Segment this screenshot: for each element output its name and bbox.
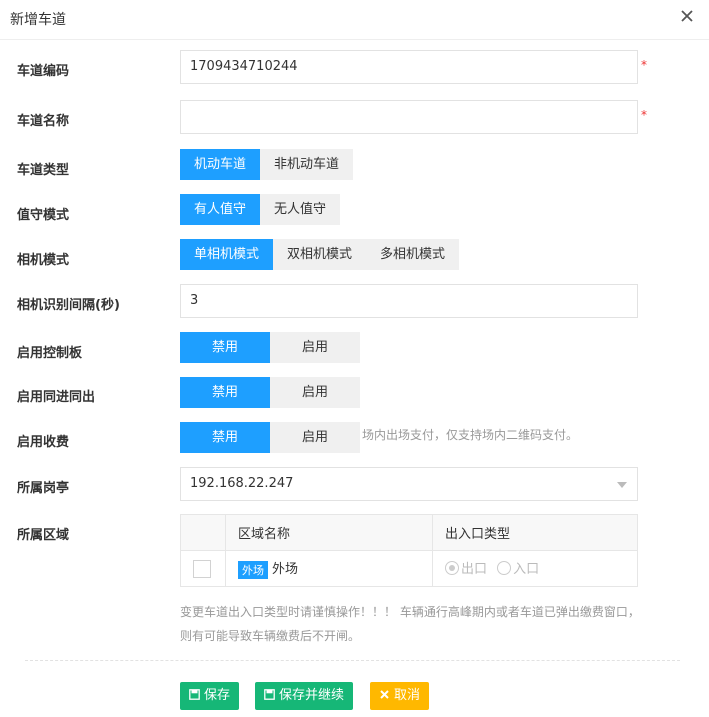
camera-mode-toggle: 单相机模式 双相机模式 多相机模式	[180, 239, 460, 270]
control-board-label: 启用控制板	[17, 346, 83, 361]
save-icon	[264, 689, 275, 700]
region-table-header: 区域名称 出入口类型	[180, 514, 638, 551]
io-radio-exit-label: 出口	[461, 562, 488, 578]
lane-type-nonmotor-option[interactable]: 非机动车道	[260, 149, 354, 180]
same-in-out-disable-option[interactable]: 禁用	[180, 377, 270, 408]
region-row-name-cell: 外场 外场	[225, 550, 433, 587]
table-row: 外场 外场 出口 入口	[180, 550, 638, 587]
lane-type-motor-option[interactable]: 机动车道	[180, 149, 261, 180]
charging-label: 启用收费	[17, 435, 70, 450]
cancel-button[interactable]: 取消	[370, 682, 430, 710]
duty-mode-unattended-option[interactable]: 无人值守	[260, 194, 341, 225]
same-in-out-enable-option[interactable]: 启用	[270, 377, 360, 408]
dialog-header: 新增车道	[0, 0, 709, 40]
lane-code-required-mark: *	[641, 58, 647, 72]
lane-name-required-mark: *	[641, 108, 647, 122]
region-name: 外场	[272, 562, 299, 578]
cancel-button-label: 取消	[394, 688, 421, 703]
io-change-warning: 变更车道出入口类型时请谨慎操作！！！ 车辆通行高峰期内或者车道已弹出缴费窗口，则…	[180, 605, 640, 643]
region-row-io-cell: 出口 入口	[432, 550, 638, 587]
dialog-title: 新增车道	[10, 12, 66, 28]
camera-interval-label: 相机识别间隔(秒)	[17, 298, 120, 313]
region-row-select-cell	[180, 550, 226, 587]
region-name-col-header: 区域名称	[225, 514, 433, 551]
io-radio-exit[interactable]: 出口	[445, 558, 487, 577]
camera-mode-single-option[interactable]: 单相机模式	[180, 239, 274, 270]
charging-enable-option[interactable]: 启用	[270, 422, 360, 453]
booth-select[interactable]: 192.168.22.247	[180, 467, 638, 501]
lane-name-label: 车道名称	[17, 114, 70, 129]
booth-selected-value: 192.168.22.247	[190, 476, 294, 491]
lane-type-toggle: 机动车道 非机动车道	[180, 149, 354, 180]
region-label: 所属区域	[17, 528, 70, 543]
charging-toggle: 禁用 启用	[180, 422, 360, 453]
close-icon	[380, 690, 389, 699]
save-button[interactable]: 保存	[180, 682, 240, 710]
lane-code-label: 车道编码	[17, 64, 70, 79]
charging-disable-option[interactable]: 禁用	[180, 422, 270, 453]
region-io-col-header: 出入口类型	[432, 514, 638, 551]
io-radio-entry-label: 入口	[513, 562, 540, 578]
chevron-down-icon	[617, 482, 627, 488]
duty-mode-toggle: 有人值守 无人值守	[180, 194, 341, 225]
charging-hint: 场内出场支付，仅支持场内二维码支付。	[362, 428, 579, 442]
io-radio-entry[interactable]: 入口	[497, 558, 539, 577]
radio-selected-icon	[445, 560, 459, 575]
lane-name-input[interactable]	[180, 100, 638, 134]
control-board-enable-option[interactable]: 启用	[270, 332, 360, 363]
region-table: 区域名称 出入口类型 外场 外场 出口 入口	[180, 514, 638, 587]
radio-unselected-icon	[497, 560, 512, 575]
region-row-checkbox[interactable]	[193, 559, 211, 578]
close-icon[interactable]	[677, 6, 697, 26]
region-select-col-header	[180, 514, 226, 551]
camera-mode-label: 相机模式	[17, 253, 70, 268]
same-in-out-toggle: 禁用 启用	[180, 377, 360, 408]
camera-mode-dual-option[interactable]: 双相机模式	[273, 239, 367, 270]
camera-mode-multi-option[interactable]: 多相机模式	[366, 239, 460, 270]
camera-interval-input[interactable]: 3	[180, 284, 638, 318]
lane-type-label: 车道类型	[17, 163, 70, 178]
same-in-out-label: 启用同进同出	[17, 390, 96, 405]
save-and-continue-button-label: 保存并继续	[279, 688, 345, 703]
booth-label: 所属岗亭	[17, 481, 70, 496]
control-board-disable-option[interactable]: 禁用	[180, 332, 270, 363]
footer-divider	[25, 660, 680, 661]
duty-mode-label: 值守模式	[17, 208, 70, 223]
save-button-label: 保存	[204, 688, 231, 703]
save-icon	[189, 689, 200, 700]
control-board-toggle: 禁用 启用	[180, 332, 360, 363]
duty-mode-attended-option[interactable]: 有人值守	[180, 194, 261, 225]
region-tag: 外场	[238, 560, 268, 579]
save-and-continue-button[interactable]: 保存并继续	[255, 682, 354, 710]
lane-code-input[interactable]: 1709434710244	[180, 50, 638, 84]
